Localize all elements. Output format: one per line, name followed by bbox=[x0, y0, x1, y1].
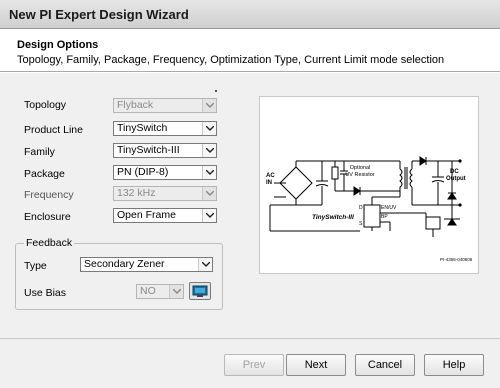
optional-label: Optional bbox=[350, 165, 371, 171]
pin-bp-label: BP bbox=[381, 214, 388, 220]
pin-s-label: S bbox=[359, 221, 363, 227]
chevron-down-icon bbox=[202, 187, 216, 200]
marker-dot bbox=[215, 90, 217, 92]
prev-button[interactable]: Prev bbox=[224, 354, 284, 376]
section-subtitle: Topology, Family, Package, Frequency, Op… bbox=[17, 54, 445, 66]
cancel-button[interactable]: Cancel bbox=[355, 354, 415, 376]
ic-name-label: TinySwitch-III bbox=[312, 214, 354, 221]
flyback-schematic: AC IN Optional UV Resistor DC Output TinyS… bbox=[266, 156, 473, 262]
frequency-value: 132 kHz bbox=[117, 187, 156, 199]
pin-en-label: EN/UV bbox=[381, 205, 397, 211]
frequency-select[interactable]: 132 kHz bbox=[113, 186, 217, 201]
chevron-down-icon bbox=[198, 258, 212, 271]
topology-select[interactable]: Flyback bbox=[113, 98, 217, 113]
family-value: TinySwitch-III bbox=[117, 144, 180, 156]
package-select[interactable]: PN (DIP-8) bbox=[113, 165, 217, 180]
enclosure-value: Open Frame bbox=[117, 209, 176, 221]
package-label: Package bbox=[24, 168, 65, 180]
uv-resistor-label: UV Resistor bbox=[345, 172, 375, 178]
family-select[interactable]: TinySwitch-III bbox=[113, 143, 217, 158]
topology-label: Topology bbox=[24, 99, 67, 111]
use-bias-label: Use Bias bbox=[24, 287, 67, 299]
pin-d-label: D bbox=[359, 205, 363, 211]
chevron-down-icon bbox=[202, 122, 216, 135]
section-title: Design Options bbox=[17, 39, 99, 51]
chevron-down-icon bbox=[202, 209, 216, 222]
feedback-legend: Feedback bbox=[24, 237, 75, 249]
package-value: PN (DIP-8) bbox=[117, 166, 169, 178]
next-button[interactable]: Next bbox=[286, 354, 346, 376]
chevron-down-icon bbox=[202, 166, 216, 179]
enclosure-select[interactable]: Open Frame bbox=[113, 208, 217, 223]
chevron-down-icon bbox=[202, 99, 216, 112]
bias-settings-button[interactable] bbox=[189, 282, 211, 300]
wizard-header: Design Options Topology, Family, Package… bbox=[0, 30, 500, 72]
product-line-value: TinySwitch bbox=[117, 122, 168, 134]
feedback-type-label: Type bbox=[24, 260, 47, 272]
ac-in-label: AC IN bbox=[266, 173, 275, 186]
dc-output-label: DC Output bbox=[446, 169, 466, 182]
frequency-label: Frequency bbox=[24, 189, 74, 201]
product-line-select[interactable]: TinySwitch bbox=[113, 121, 217, 136]
enclosure-label: Enclosure bbox=[24, 211, 71, 223]
reference-code: PI-4355-040606 bbox=[440, 257, 473, 262]
schematic-preview: AC IN Optional UV Resistor DC Output TinyS… bbox=[259, 96, 479, 274]
chevron-down-icon bbox=[169, 285, 183, 298]
help-button[interactable]: Help bbox=[424, 354, 484, 376]
feedback-type-select[interactable]: Secondary Zener bbox=[80, 257, 213, 272]
topology-value: Flyback bbox=[117, 99, 154, 111]
use-bias-select[interactable]: NO bbox=[136, 284, 184, 299]
family-label: Family bbox=[24, 146, 55, 158]
use-bias-value: NO bbox=[140, 285, 156, 297]
wizard-footer: Prev Next Cancel Help bbox=[0, 338, 500, 388]
title-bar: New PI Expert Design Wizard bbox=[0, 0, 500, 29]
window-title: New PI Expert Design Wizard bbox=[9, 7, 189, 22]
feedback-type-value: Secondary Zener bbox=[84, 258, 165, 270]
monitor-icon bbox=[192, 285, 208, 297]
chevron-down-icon bbox=[202, 144, 216, 157]
product-line-label: Product Line bbox=[24, 124, 83, 136]
